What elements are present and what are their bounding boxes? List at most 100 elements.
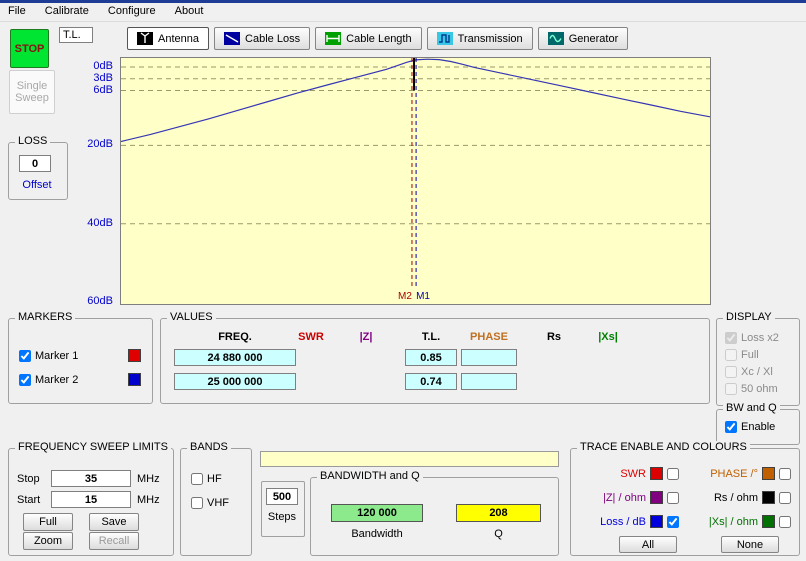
xs-trace-checkbox[interactable] (779, 515, 791, 528)
sweep-zoom-button[interactable]: Zoom (23, 532, 73, 550)
marker-label: M2 (398, 291, 412, 302)
marker1-checkbox[interactable] (19, 349, 31, 362)
markers-group-title: MARKERS (15, 311, 76, 323)
rs-colour-swatch[interactable] (762, 491, 775, 504)
trace-none-button[interactable]: None (721, 536, 779, 553)
sweep-stop-unit: MHz (137, 473, 160, 485)
loss-offset-input[interactable] (19, 155, 51, 172)
full-display-label: Full (741, 349, 759, 361)
values-header-z: |Z| (359, 331, 373, 343)
xc-xl-label: Xc / Xl (741, 366, 773, 378)
tl-field-2[interactable] (405, 373, 457, 390)
antenna-icon (137, 32, 153, 45)
values-header-xs: |Xs| (598, 331, 618, 343)
stop-button[interactable]: STOP (10, 29, 49, 68)
sweep-recall-button[interactable]: Recall (89, 532, 139, 550)
y-axis-label: 20dB (87, 138, 113, 151)
marker2-color-swatch (128, 373, 141, 386)
steps-box: Steps (261, 481, 305, 537)
full-display-checkbox[interactable] (725, 349, 737, 361)
display-group: DISPLAY Loss x2 Full Xc / Xl 50 ohm (716, 311, 800, 406)
steps-input[interactable] (266, 488, 298, 505)
menu-item-file[interactable]: File (0, 3, 34, 19)
values-group-title: VALUES (167, 311, 216, 323)
y-axis-label: 6dB (93, 83, 113, 96)
marker2-label: Marker 2 (35, 373, 79, 386)
freq-field-2[interactable] (174, 373, 296, 390)
sweep-save-button[interactable]: Save (89, 513, 139, 531)
sweep-start-unit: MHz (137, 494, 160, 506)
loss-group-title: LOSS (15, 135, 51, 147)
phase-trace-checkbox[interactable] (779, 467, 791, 480)
loss-chart[interactable]: M2 M1 (120, 57, 711, 305)
xs-colour-swatch[interactable] (762, 515, 775, 528)
phase-field-1[interactable] (461, 349, 517, 366)
tab-transmission[interactable]: Transmission (426, 27, 533, 50)
status-field (260, 451, 559, 467)
loss-colour-swatch[interactable] (650, 515, 663, 528)
values-header-swr: SWR (298, 331, 324, 343)
sweep-limits-group: FREQUENCY SWEEP LIMITS Stop MHz Start MH… (8, 441, 174, 556)
rs-trace-checkbox[interactable] (779, 491, 791, 504)
tab-generator[interactable]: Generator (537, 27, 629, 50)
bandwidth-label: Bandwidth (351, 528, 403, 540)
marker2-checkbox[interactable] (19, 373, 31, 386)
y-axis-label: 40dB (87, 216, 113, 229)
tab-cable-length[interactable]: Cable Length (315, 27, 422, 50)
values-group: VALUES FREQ. SWR |Z| T.L. PHASE Rs |Xs| (160, 311, 710, 404)
q-value: 208 (456, 504, 541, 522)
menu-item-configure[interactable]: Configure (100, 3, 164, 19)
tab-antenna-label: Antenna (158, 32, 199, 45)
bands-group-title: BANDS (187, 441, 231, 453)
trace-all-button[interactable]: All (619, 536, 677, 553)
sweep-start-label: Start (17, 494, 41, 506)
tl-field-1[interactable] (405, 349, 457, 366)
freq-field-1[interactable] (174, 349, 296, 366)
tab-cable-length-label: Cable Length (346, 32, 412, 45)
xc-xl-checkbox[interactable] (725, 366, 737, 378)
z-trace-checkbox[interactable] (667, 491, 679, 504)
fifty-ohm-checkbox[interactable] (725, 383, 737, 395)
vhf-label: VHF (207, 497, 229, 509)
swr-trace-checkbox[interactable] (667, 467, 679, 480)
tab-cable-loss[interactable]: Cable Loss (214, 27, 311, 50)
loss-trace-checkbox[interactable] (667, 515, 679, 528)
bwq-enable-checkbox[interactable] (725, 421, 737, 433)
phase-colour-swatch[interactable] (762, 467, 775, 480)
single-sweep-button[interactable]: Single Sweep (9, 70, 55, 114)
tab-cable-loss-label: Cable Loss (245, 32, 301, 45)
app-window: File Calibrate Configure About STOP T.L.… (0, 0, 806, 561)
tab-antenna[interactable]: Antenna (127, 27, 209, 50)
tl-indicator: T.L. (59, 27, 93, 43)
z-colour-swatch[interactable] (650, 491, 663, 504)
bw-q-group-title: BW and Q (723, 402, 780, 414)
hf-label: HF (207, 473, 222, 485)
menu-item-calibrate[interactable]: Calibrate (37, 3, 97, 19)
display-group-title: DISPLAY (723, 311, 775, 323)
sweep-start-input[interactable] (51, 491, 131, 508)
y-axis-label: 0dB (93, 60, 113, 72)
bands-group: BANDS HF VHF (180, 441, 252, 556)
tab-generator-label: Generator (568, 32, 619, 45)
loss-trace (120, 58, 711, 143)
vhf-checkbox[interactable] (191, 497, 203, 509)
markers-group: MARKERS Marker 1 Marker 2 (8, 311, 153, 404)
hf-checkbox[interactable] (191, 473, 203, 485)
swr-trace-label: SWR (620, 467, 646, 480)
y-axis-label: 60dB (87, 295, 113, 308)
sweep-stop-input[interactable] (51, 470, 131, 487)
values-header-freq: FREQ. (218, 331, 252, 343)
swr-colour-swatch[interactable] (650, 467, 663, 480)
sweep-full-button[interactable]: Full (23, 513, 73, 531)
menu-item-about[interactable]: About (167, 3, 212, 19)
loss-x2-checkbox[interactable] (725, 332, 737, 344)
trace-colours-title: TRACE ENABLE AND COLOURS (577, 441, 750, 453)
bandwidth-q-title: BANDWIDTH and Q (317, 470, 423, 482)
steps-label: Steps (267, 511, 297, 523)
bw-q-group: BW and Q Enable (716, 402, 800, 445)
rs-trace-label: Rs / ohm (713, 491, 758, 504)
transmission-icon (436, 32, 453, 45)
cable-length-icon (325, 32, 342, 45)
phase-field-2[interactable] (461, 373, 517, 390)
values-header-rs: Rs (546, 331, 562, 343)
